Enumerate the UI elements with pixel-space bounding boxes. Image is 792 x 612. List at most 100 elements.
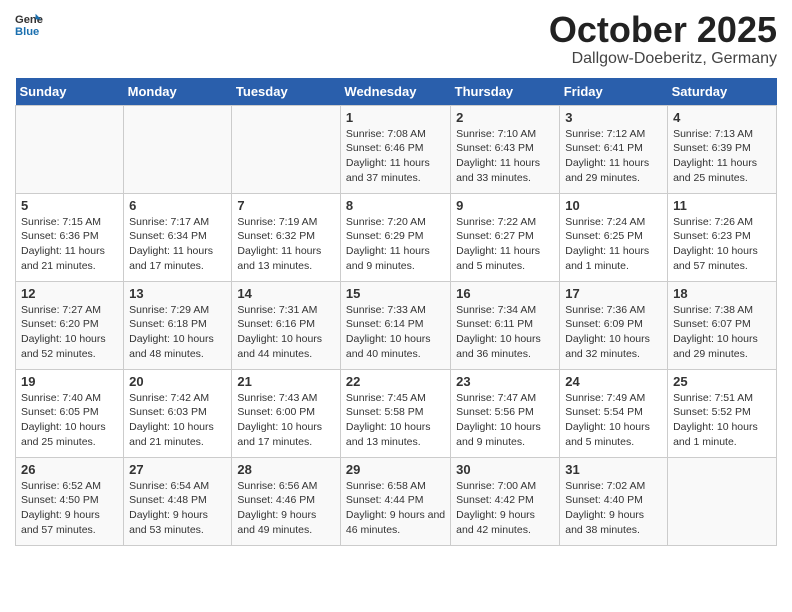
calendar-cell: 10 Sunrise: 7:24 AM Sunset: 6:25 PM Dayli…	[560, 193, 668, 281]
day-info: Sunrise: 7:36 AM Sunset: 6:09 PM Dayligh…	[565, 303, 662, 362]
day-info: Sunrise: 7:00 AM Sunset: 4:42 PM Dayligh…	[456, 479, 554, 538]
day-info: Sunrise: 6:52 AM Sunset: 4:50 PM Dayligh…	[21, 479, 118, 538]
calendar-cell: 26 Sunrise: 6:52 AM Sunset: 4:50 PM Dayli…	[16, 457, 124, 545]
day-info: Sunrise: 7:22 AM Sunset: 6:27 PM Dayligh…	[456, 215, 554, 274]
day-number: 20	[129, 374, 226, 389]
calendar-cell: 9 Sunrise: 7:22 AM Sunset: 6:27 PM Daylig…	[451, 193, 560, 281]
day-info: Sunrise: 7:19 AM Sunset: 6:32 PM Dayligh…	[237, 215, 335, 274]
day-info: Sunrise: 7:27 AM Sunset: 6:20 PM Dayligh…	[21, 303, 118, 362]
calendar-cell: 24 Sunrise: 7:49 AM Sunset: 5:54 PM Dayli…	[560, 369, 668, 457]
calendar-cell: 25 Sunrise: 7:51 AM Sunset: 5:52 PM Dayli…	[668, 369, 777, 457]
calendar-cell: 23 Sunrise: 7:47 AM Sunset: 5:56 PM Dayli…	[451, 369, 560, 457]
day-number: 10	[565, 198, 662, 213]
day-info: Sunrise: 6:58 AM Sunset: 4:44 PM Dayligh…	[346, 479, 445, 538]
day-info: Sunrise: 7:45 AM Sunset: 5:58 PM Dayligh…	[346, 391, 445, 450]
day-number: 25	[673, 374, 771, 389]
day-info: Sunrise: 7:24 AM Sunset: 6:25 PM Dayligh…	[565, 215, 662, 274]
day-info: Sunrise: 7:08 AM Sunset: 6:46 PM Dayligh…	[346, 127, 445, 186]
day-number: 26	[21, 462, 118, 477]
calendar-cell: 21 Sunrise: 7:43 AM Sunset: 6:00 PM Dayli…	[232, 369, 341, 457]
weekday-header-friday: Friday	[560, 78, 668, 106]
day-info: Sunrise: 7:47 AM Sunset: 5:56 PM Dayligh…	[456, 391, 554, 450]
day-number: 28	[237, 462, 335, 477]
calendar-cell: 11Sunrise: 7:26 AM Sunset: 6:23 PM Dayli…	[668, 193, 777, 281]
calendar-cell: 19 Sunrise: 7:40 AM Sunset: 6:05 PM Dayli…	[16, 369, 124, 457]
day-info: Sunrise: 7:13 AM Sunset: 6:39 PM Dayligh…	[673, 127, 771, 186]
calendar-cell: 12 Sunrise: 7:27 AM Sunset: 6:20 PM Dayli…	[16, 281, 124, 369]
calendar-cell	[232, 105, 341, 193]
weekday-header-sunday: Sunday	[16, 78, 124, 106]
calendar-cell: 22Sunrise: 7:45 AM Sunset: 5:58 PM Dayli…	[340, 369, 450, 457]
logo: General Blue	[15, 10, 43, 38]
day-number: 5	[21, 198, 118, 213]
day-info: Sunrise: 7:33 AM Sunset: 6:14 PM Dayligh…	[346, 303, 445, 362]
calendar-cell: 1Sunrise: 7:08 AM Sunset: 6:46 PM Daylig…	[340, 105, 450, 193]
day-info: Sunrise: 7:20 AM Sunset: 6:29 PM Dayligh…	[346, 215, 445, 274]
day-info: Sunrise: 7:38 AM Sunset: 6:07 PM Dayligh…	[673, 303, 771, 362]
weekday-header-tuesday: Tuesday	[232, 78, 341, 106]
day-number: 4	[673, 110, 771, 125]
calendar-cell: 4 Sunrise: 7:13 AM Sunset: 6:39 PM Daylig…	[668, 105, 777, 193]
calendar-cell	[668, 457, 777, 545]
calendar-cell: 8 Sunrise: 7:20 AM Sunset: 6:29 PM Daylig…	[340, 193, 450, 281]
day-info: Sunrise: 7:40 AM Sunset: 6:05 PM Dayligh…	[21, 391, 118, 450]
day-info: Sunrise: 7:31 AM Sunset: 6:16 PM Dayligh…	[237, 303, 335, 362]
calendar-cell: 16 Sunrise: 7:34 AM Sunset: 6:11 PM Dayli…	[451, 281, 560, 369]
svg-text:General: General	[15, 14, 43, 26]
day-info: Sunrise: 7:02 AM Sunset: 4:40 PM Dayligh…	[565, 479, 662, 538]
weekday-header-monday: Monday	[124, 78, 232, 106]
day-number: 2	[456, 110, 554, 125]
weekday-header-saturday: Saturday	[668, 78, 777, 106]
month-title: October 2025	[549, 10, 777, 50]
day-number: 11	[673, 198, 771, 213]
day-info: Sunrise: 7:15 AM Sunset: 6:36 PM Dayligh…	[21, 215, 118, 274]
calendar-cell: 28 Sunrise: 6:56 AM Sunset: 4:46 PM Dayli…	[232, 457, 341, 545]
calendar-cell: 14Sunrise: 7:31 AM Sunset: 6:16 PM Dayli…	[232, 281, 341, 369]
page-header: General Blue October 2025 Dallgow-Doeber…	[15, 10, 777, 68]
calendar-cell: 17 Sunrise: 7:36 AM Sunset: 6:09 PM Dayli…	[560, 281, 668, 369]
day-number: 12	[21, 286, 118, 301]
day-number: 30	[456, 462, 554, 477]
day-number: 29	[346, 462, 445, 477]
day-number: 15	[346, 286, 445, 301]
day-info: Sunrise: 7:51 AM Sunset: 5:52 PM Dayligh…	[673, 391, 771, 450]
day-info: Sunrise: 7:42 AM Sunset: 6:03 PM Dayligh…	[129, 391, 226, 450]
day-info: Sunrise: 6:54 AM Sunset: 4:48 PM Dayligh…	[129, 479, 226, 538]
day-number: 7	[237, 198, 335, 213]
title-block: October 2025 Dallgow-Doeberitz, Germany	[549, 10, 777, 68]
day-number: 21	[237, 374, 335, 389]
calendar-cell: 29 Sunrise: 6:58 AM Sunset: 4:44 PM Dayli…	[340, 457, 450, 545]
day-number: 23	[456, 374, 554, 389]
day-number: 27	[129, 462, 226, 477]
weekday-header-thursday: Thursday	[451, 78, 560, 106]
day-number: 18	[673, 286, 771, 301]
svg-text:Blue: Blue	[15, 26, 39, 38]
day-info: Sunrise: 6:56 AM Sunset: 4:46 PM Dayligh…	[237, 479, 335, 538]
calendar-cell: 2 Sunrise: 7:10 AM Sunset: 6:43 PM Daylig…	[451, 105, 560, 193]
day-info: Sunrise: 7:29 AM Sunset: 6:18 PM Dayligh…	[129, 303, 226, 362]
day-number: 8	[346, 198, 445, 213]
calendar-cell	[16, 105, 124, 193]
day-number: 6	[129, 198, 226, 213]
day-number: 31	[565, 462, 662, 477]
calendar-cell: 27 Sunrise: 6:54 AM Sunset: 4:48 PM Dayli…	[124, 457, 232, 545]
day-info: Sunrise: 7:10 AM Sunset: 6:43 PM Dayligh…	[456, 127, 554, 186]
day-number: 9	[456, 198, 554, 213]
calendar-cell	[124, 105, 232, 193]
day-number: 16	[456, 286, 554, 301]
calendar-cell: 15 Sunrise: 7:33 AM Sunset: 6:14 PM Dayli…	[340, 281, 450, 369]
calendar-cell: 30 Sunrise: 7:00 AM Sunset: 4:42 PM Dayli…	[451, 457, 560, 545]
day-number: 17	[565, 286, 662, 301]
day-number: 3	[565, 110, 662, 125]
day-number: 24	[565, 374, 662, 389]
day-info: Sunrise: 7:49 AM Sunset: 5:54 PM Dayligh…	[565, 391, 662, 450]
location-subtitle: Dallgow-Doeberitz, Germany	[549, 50, 777, 68]
calendar-cell: 20 Sunrise: 7:42 AM Sunset: 6:03 PM Dayli…	[124, 369, 232, 457]
day-number: 13	[129, 286, 226, 301]
day-number: 19	[21, 374, 118, 389]
calendar-cell: 13 Sunrise: 7:29 AM Sunset: 6:18 PM Dayli…	[124, 281, 232, 369]
day-info: Sunrise: 7:34 AM Sunset: 6:11 PM Dayligh…	[456, 303, 554, 362]
calendar-cell: 18 Sunrise: 7:38 AM Sunset: 6:07 PM Dayli…	[668, 281, 777, 369]
calendar-cell: 31 Sunrise: 7:02 AM Sunset: 4:40 PM Dayli…	[560, 457, 668, 545]
day-info: Sunrise: 7:43 AM Sunset: 6:00 PM Dayligh…	[237, 391, 335, 450]
